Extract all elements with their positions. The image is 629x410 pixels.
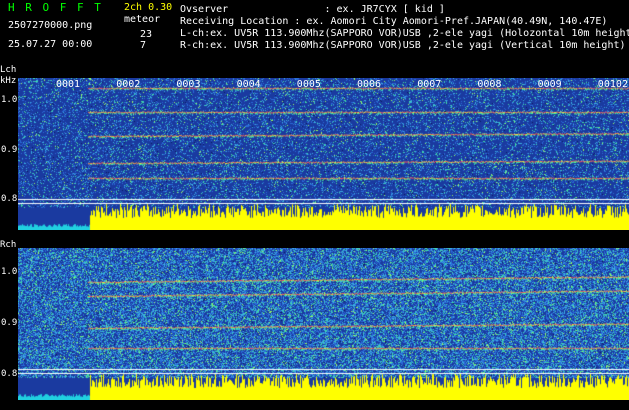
rch-config-line: R-ch:ex. UV5R 113.900Mhz(SAPPORO VOR)USB… xyxy=(180,40,626,51)
minute-marker: 0001 xyxy=(56,79,81,90)
observer-line: Ovserver : ex. JR7CYX [ kid ] xyxy=(180,4,445,15)
rch-tick-0-8: 0.8 xyxy=(1,369,18,379)
minute-marker: 0005 xyxy=(296,79,321,90)
lch-label: Lch xyxy=(0,65,17,75)
lch-tick-0-9: 0.9 xyxy=(1,145,18,155)
app-title: H R O F F T xyxy=(8,1,103,14)
filename-label: 2507270000.png xyxy=(8,20,93,31)
lch-unit: kHz xyxy=(0,76,17,86)
mode-label: meteor xyxy=(124,14,161,25)
lch-spectrogram xyxy=(18,78,629,230)
rch-tick-0-9: 0.9 xyxy=(1,318,18,328)
minute-marker: 0008 xyxy=(477,79,502,90)
minute-marker: 0002 xyxy=(116,79,141,90)
minute-marker: 0009 xyxy=(537,79,562,90)
minute-marker: 0010 xyxy=(597,79,622,90)
lch-tick-0-8: 0.8 xyxy=(1,194,18,204)
version-label: 2ch 0.30 xyxy=(124,2,173,13)
minute-marker: 0006 xyxy=(357,79,382,90)
minute-marker: 0004 xyxy=(236,79,261,90)
minute-marker: 0003 xyxy=(176,79,201,90)
lch-config-line: L-ch:ex. UV5R 113.900Mhz(SAPPORO VOR)USB… xyxy=(180,28,629,39)
datetime-label: 25.07.27 00:00 xyxy=(8,39,93,50)
rch-tick-1-0: 1.0 xyxy=(1,267,18,277)
rch-label: Rch xyxy=(0,240,17,250)
rch-spectrogram xyxy=(18,248,629,400)
lch-count: 23 xyxy=(140,29,153,40)
lch-tick-1-0: 1.0 xyxy=(1,95,18,105)
edge-marker: 2 xyxy=(622,79,629,90)
rch-count: 7 xyxy=(140,40,147,51)
location-line: Receiving Location : ex. Aomori City Aom… xyxy=(180,16,608,27)
minute-marker: 0007 xyxy=(417,79,442,90)
